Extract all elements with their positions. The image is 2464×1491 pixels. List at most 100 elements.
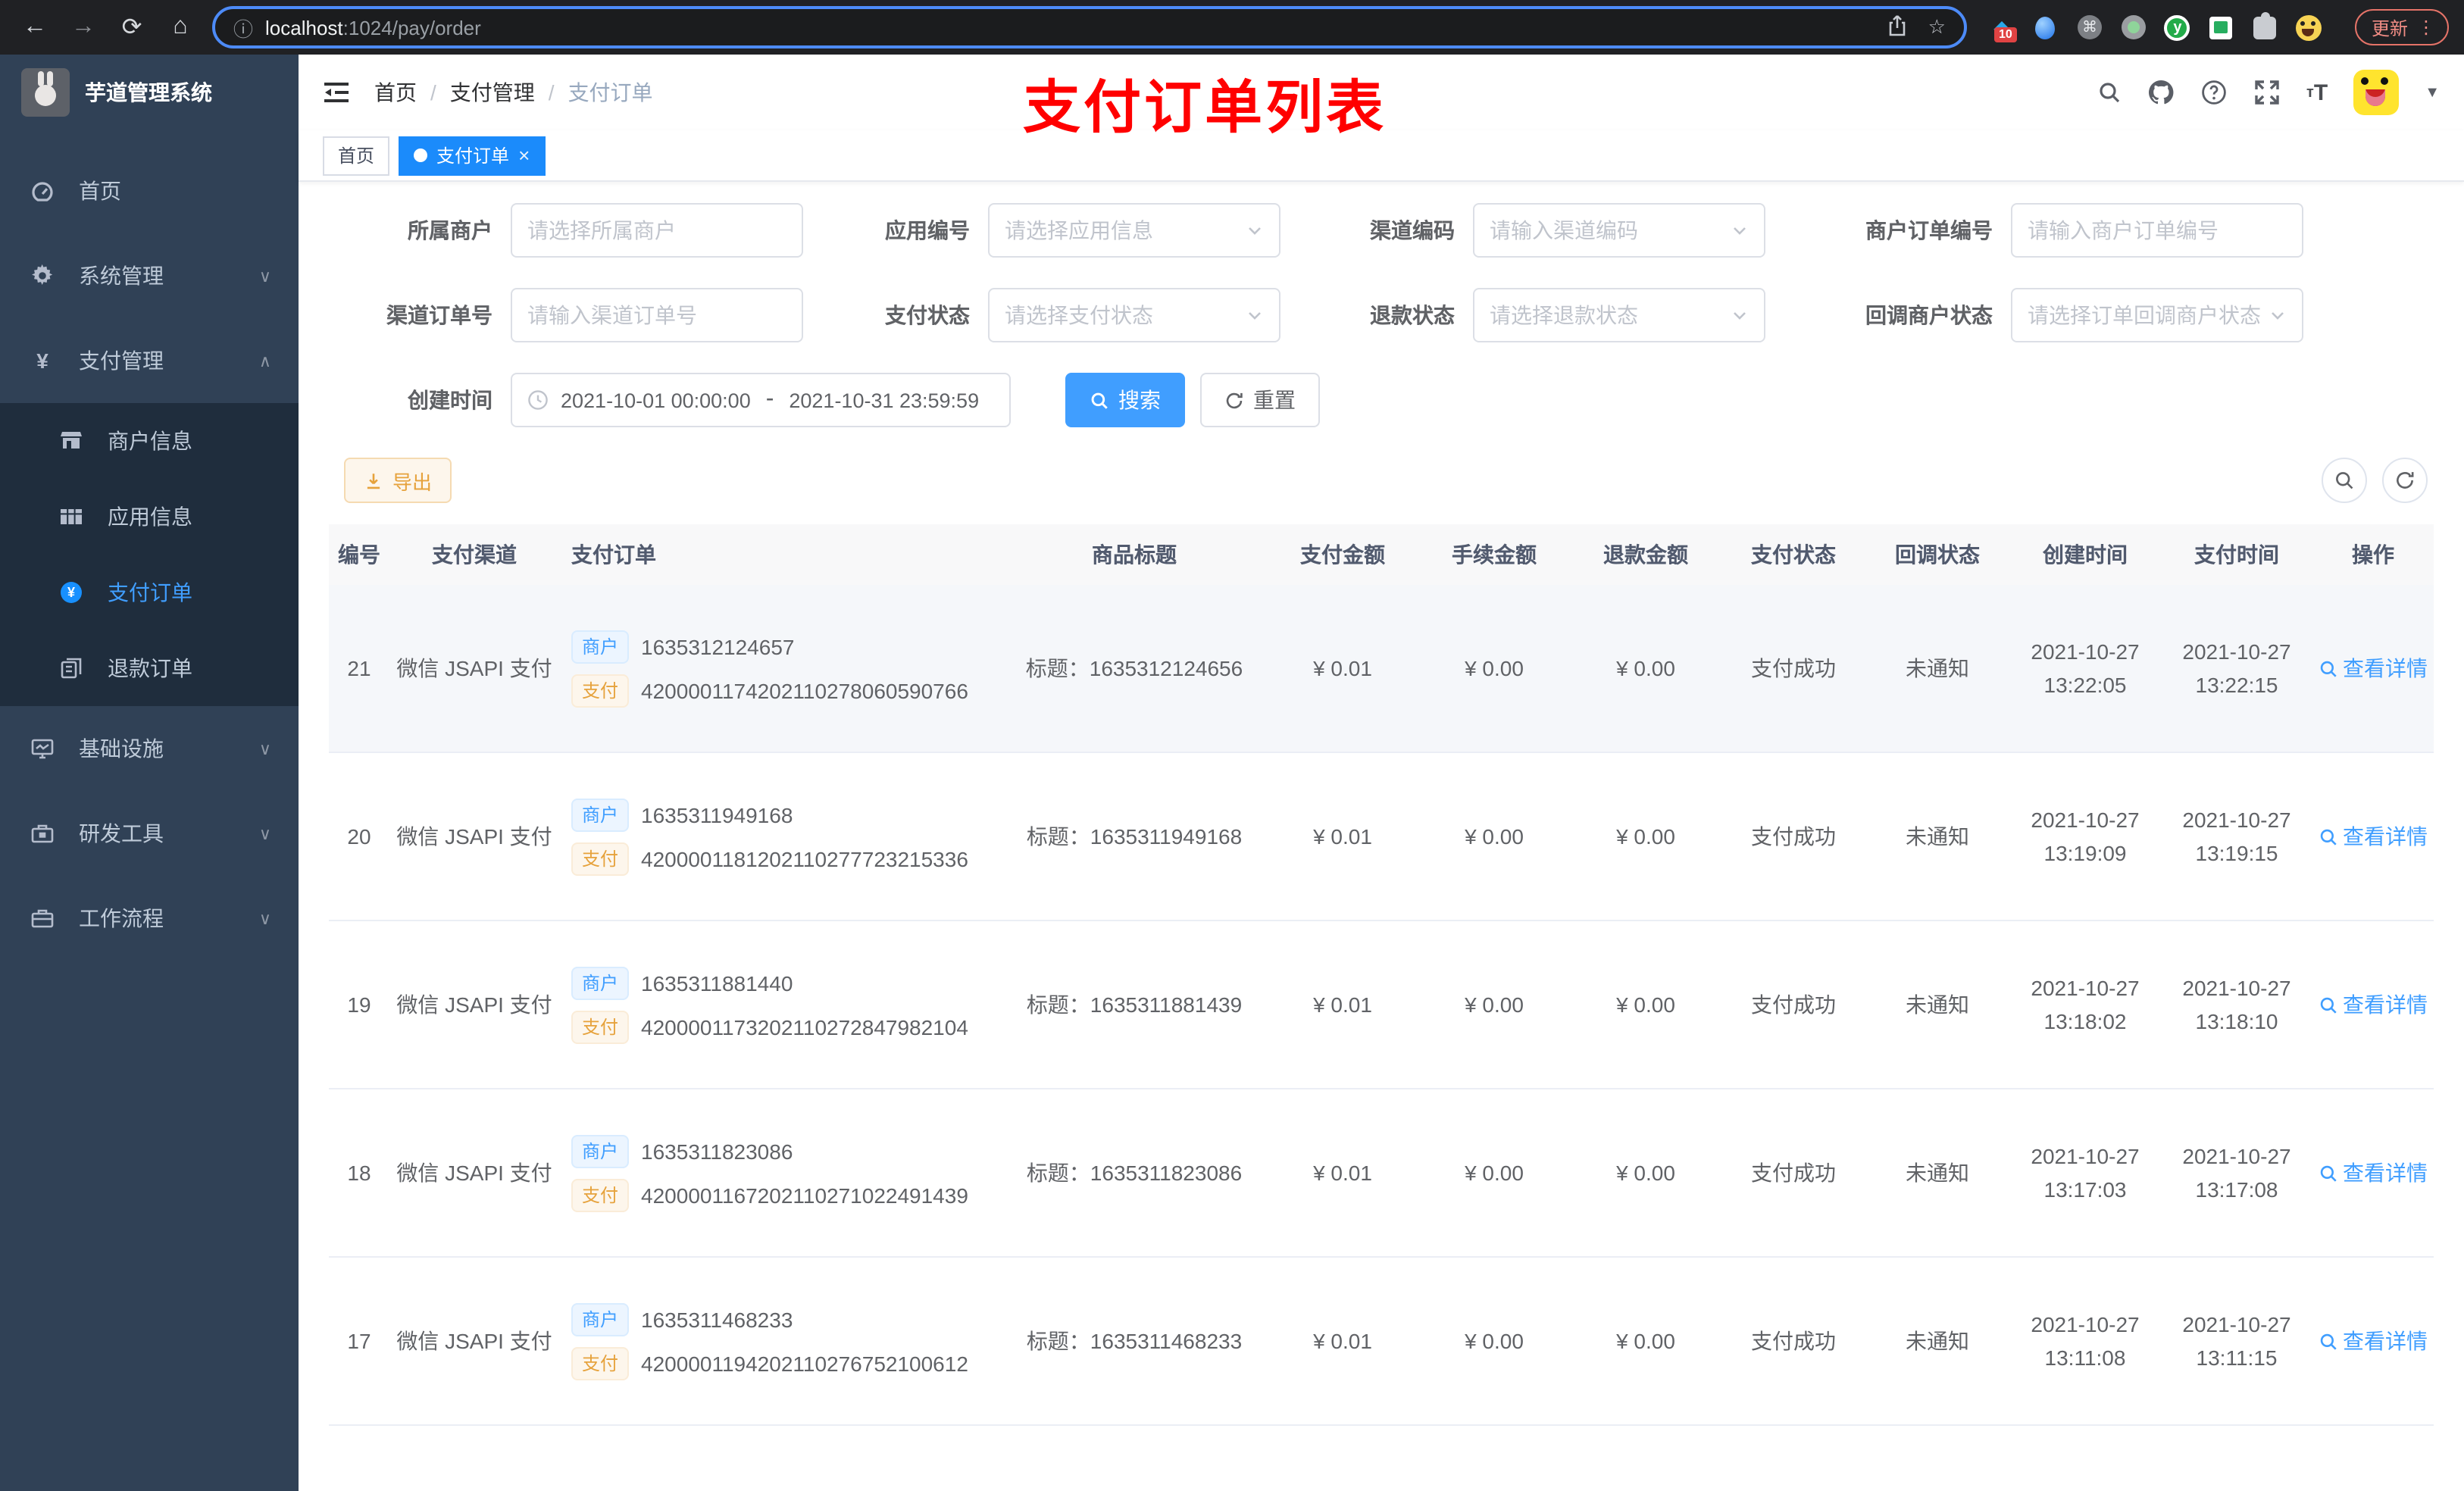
view-detail-link[interactable]: 查看详情 [2319,989,2428,1020]
avatar-caret-icon[interactable]: ▼ [2425,84,2440,101]
chevron-down-icon: ∨ [258,825,271,843]
dashboard-icon [32,182,53,202]
merchant-order-no-input[interactable] [2011,203,2303,258]
pay-tag: 支付 [571,1010,630,1043]
table-row[interactable]: 商户1635311451796 [329,1426,2434,1491]
help-icon[interactable] [2200,79,2228,106]
extensions-puzzle-icon[interactable] [2252,11,2279,41]
view-detail-link[interactable]: 查看详情 [2319,1326,2428,1356]
bookmark-star-icon[interactable]: ☆ [1928,15,1946,39]
toggle-search-button[interactable] [2322,458,2367,503]
page-content: 所属商户 应用编号 请选择应用信息 渠道编码 请输入渠道编码 商户订单编号 渠道… [299,182,2464,1491]
site-info-icon[interactable]: ⓘ [233,13,253,42]
view-detail-link[interactable]: 查看详情 [2319,821,2428,852]
svg-text:¥: ¥ [67,585,75,600]
breadcrumb-payment[interactable]: 支付管理 [450,77,535,108]
orders-table: 编号 支付渠道 支付订单 商品标题 支付金额 手续金额 退款金额 支付状态 回调状态 创建… [329,524,2434,1491]
main-panel: 支付订单列表 首页 / 支付管理 / 支付订单 т T ▼ 首页 支付订单 × … [299,55,2464,1491]
tab-pay-order[interactable]: 支付订单 × [399,136,546,175]
chevron-down-icon [2269,306,2287,324]
app-select[interactable]: 请选择应用信息 [988,203,1280,258]
header-search-icon[interactable] [2097,80,2122,105]
pay-status-select[interactable]: 请选择支付状态 [988,288,1280,342]
notify-status-select[interactable]: 请选择订单回调商户状态 [2011,288,2303,342]
extension-record-icon[interactable] [2120,14,2147,41]
chevron-down-icon [1731,221,1749,239]
sidebar-item-merchant-info[interactable]: 商户信息 [0,403,299,479]
chevron-down-icon [1246,221,1264,239]
refund-status-select[interactable]: 请选择退款状态 [1473,288,1765,342]
sidebar-item-pay-order[interactable]: ¥ 支付订单 [0,555,299,630]
breadcrumb-current: 支付订单 [568,80,653,105]
close-tab-icon[interactable]: × [518,144,530,167]
table-row[interactable]: 19 微信 JSAPI 支付 商户 1635311881440 支付 4200001… [329,921,2434,1089]
create-time-range-picker[interactable]: 2021-10-01 00:00:00 - 2021-10-31 23:59:5… [511,373,1011,427]
screen: ← → ⟳ ⌂ ⓘ localhost:1024/pay/order ☆ ◆ 10… [0,0,2464,1491]
fullscreen-icon[interactable] [2253,79,2281,106]
url-text: localhost:1024/pay/order [265,16,481,39]
extension-command-icon[interactable]: ⌘ [2076,14,2103,41]
sidebar-item-infrastructure[interactable]: 基础设施 ∨ [0,706,299,791]
reload-icon[interactable]: ⟳ [112,8,152,47]
search-button[interactable]: 搜索 [1065,373,1185,427]
extension-diamond-icon[interactable]: ◆ 10 [1988,14,2017,42]
range-start: 2021-10-01 00:00:00 [561,389,751,411]
search-icon [1091,392,1108,408]
chevron-down-icon [1731,306,1749,324]
chevron-down-icon [1246,306,1264,324]
view-detail-link[interactable]: 查看详情 [2319,1158,2428,1188]
extension-balloon-icon[interactable] [2032,14,2059,41]
forward-icon[interactable]: → [64,8,103,47]
tab-home[interactable]: 首页 [323,136,390,175]
user-avatar[interactable] [2353,70,2400,115]
view-detail-link[interactable]: 查看详情 [2319,653,2428,683]
back-icon[interactable]: ← [15,8,55,47]
address-bar[interactable]: ⓘ localhost:1024/pay/order ☆ [212,6,1967,48]
table-row[interactable]: 20 微信 JSAPI 支付 商户 1635311949168 支付 4200001… [329,753,2434,921]
chevron-down-icon: ∨ [258,740,271,758]
toolbox-icon [31,824,54,843]
channel-order-no-input[interactable] [511,288,803,342]
document-icon [61,658,82,679]
profile-avatar-icon[interactable] [2296,14,2323,41]
sidebar-item-dev-tools[interactable]: 研发工具 ∨ [0,791,299,876]
sidebar-item-payment[interactable]: ¥ 支付管理 ∧ [0,318,299,403]
monitor-icon [31,739,54,759]
browser-menu-icon[interactable]: ⋮ [2417,17,2435,38]
pay-tag: 支付 [571,1346,630,1380]
search-icon [2320,1333,2337,1349]
reset-button[interactable]: 重置 [1200,373,1320,427]
sidebar-logo[interactable]: 芋道管理系统 [0,55,299,130]
sidebar-item-workflow[interactable]: 工作流程 ∨ [0,876,299,961]
grid-icon [61,509,82,524]
channel-code-select[interactable]: 请输入渠道编码 [1473,203,1765,258]
browser-nav: ← → ⟳ ⌂ [15,8,200,47]
refresh-table-button[interactable] [2382,458,2428,503]
extension-badge: 10 [1993,27,2017,42]
table-row[interactable]: 18 微信 JSAPI 支付 商户 1635311823086 支付 4200001… [329,1089,2434,1258]
extension-chat-icon[interactable] [2208,14,2235,41]
chevron-up-icon: ∧ [258,352,271,370]
merchant-tag: 商户 [571,630,630,663]
share-icon[interactable] [1886,13,1910,42]
sidebar-fold-icon[interactable] [323,79,350,106]
export-button[interactable]: 导出 [344,458,452,503]
table-row[interactable]: 21 微信 JSAPI 支付 商户 1635312124657 支付 4200001… [329,585,2434,753]
home-icon[interactable]: ⌂ [161,8,200,47]
github-icon[interactable] [2147,79,2175,106]
merchant-select[interactable] [511,203,803,258]
briefcase-icon [31,909,54,928]
pay-tag: 支付 [571,1178,630,1211]
clock-icon [527,389,549,411]
merchant-tag: 商户 [571,966,630,999]
sidebar-item-home[interactable]: 首页 [0,148,299,233]
browser-update-button[interactable]: 更新 ⋮ [2354,9,2449,45]
sidebar-item-refund-order[interactable]: 退款订单 [0,630,299,706]
table-row[interactable]: 17 微信 JSAPI 支付 商户 1635311468233 支付 4200001… [329,1258,2434,1426]
font-size-icon[interactable]: тT [2306,80,2328,105]
breadcrumb-home[interactable]: 首页 [374,77,417,108]
extension-y-icon[interactable]: y [2164,14,2191,41]
sidebar-item-system[interactable]: 系统管理 ∨ [0,233,299,318]
sidebar-item-app-info[interactable]: 应用信息 [0,479,299,555]
yen-icon: ¥ [36,349,48,373]
